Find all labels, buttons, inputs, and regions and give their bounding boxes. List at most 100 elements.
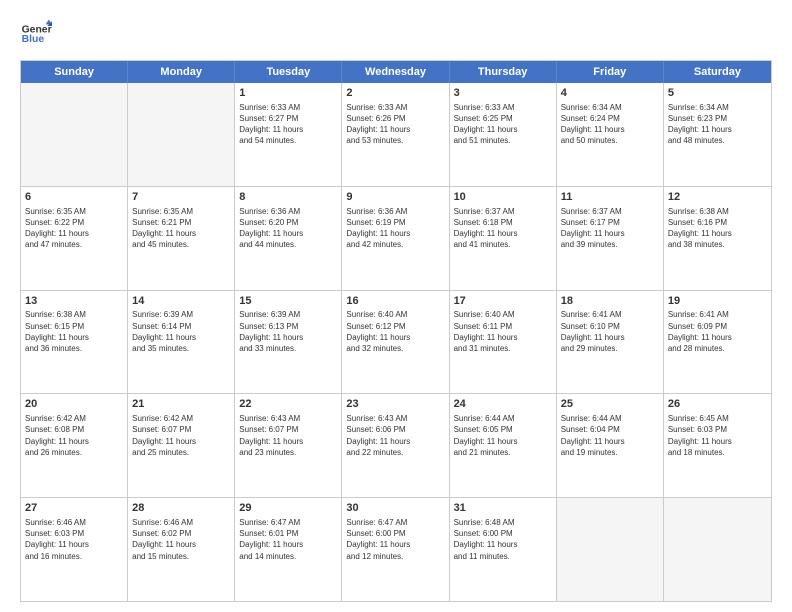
weekday-header-saturday: Saturday	[664, 61, 771, 83]
day-number: 6	[25, 190, 123, 205]
weekday-header-monday: Monday	[128, 61, 235, 83]
cell-sun-info: Sunrise: 6:36 AMSunset: 6:20 PMDaylight:…	[239, 206, 337, 251]
cell-sun-info: Sunrise: 6:37 AMSunset: 6:18 PMDaylight:…	[454, 206, 552, 251]
cell-sun-info: Sunrise: 6:33 AMSunset: 6:26 PMDaylight:…	[346, 102, 444, 147]
day-number: 29	[239, 501, 337, 516]
page: General Blue SundayMondayTuesdayWednesda…	[0, 0, 792, 612]
calendar-cell-day-14: 14Sunrise: 6:39 AMSunset: 6:14 PMDayligh…	[128, 291, 235, 394]
cell-sun-info: Sunrise: 6:46 AMSunset: 6:02 PMDaylight:…	[132, 517, 230, 562]
day-number: 31	[454, 501, 552, 516]
day-number: 3	[454, 86, 552, 101]
calendar-cell-day-30: 30Sunrise: 6:47 AMSunset: 6:00 PMDayligh…	[342, 498, 449, 601]
calendar-cell-empty	[128, 83, 235, 186]
calendar-cell-day-2: 2Sunrise: 6:33 AMSunset: 6:26 PMDaylight…	[342, 83, 449, 186]
calendar-cell-day-19: 19Sunrise: 6:41 AMSunset: 6:09 PMDayligh…	[664, 291, 771, 394]
weekday-header-wednesday: Wednesday	[342, 61, 449, 83]
day-number: 10	[454, 190, 552, 205]
calendar-cell-day-31: 31Sunrise: 6:48 AMSunset: 6:00 PMDayligh…	[450, 498, 557, 601]
logo: General Blue	[20, 18, 54, 50]
calendar-cell-day-17: 17Sunrise: 6:40 AMSunset: 6:11 PMDayligh…	[450, 291, 557, 394]
calendar-row-4: 27Sunrise: 6:46 AMSunset: 6:03 PMDayligh…	[21, 497, 771, 601]
day-number: 15	[239, 294, 337, 309]
day-number: 28	[132, 501, 230, 516]
cell-sun-info: Sunrise: 6:42 AMSunset: 6:08 PMDaylight:…	[25, 413, 123, 458]
day-number: 25	[561, 397, 659, 412]
cell-sun-info: Sunrise: 6:34 AMSunset: 6:24 PMDaylight:…	[561, 102, 659, 147]
calendar-cell-day-21: 21Sunrise: 6:42 AMSunset: 6:07 PMDayligh…	[128, 394, 235, 497]
calendar-cell-day-27: 27Sunrise: 6:46 AMSunset: 6:03 PMDayligh…	[21, 498, 128, 601]
cell-sun-info: Sunrise: 6:44 AMSunset: 6:04 PMDaylight:…	[561, 413, 659, 458]
calendar-cell-day-6: 6Sunrise: 6:35 AMSunset: 6:22 PMDaylight…	[21, 187, 128, 290]
cell-sun-info: Sunrise: 6:44 AMSunset: 6:05 PMDaylight:…	[454, 413, 552, 458]
cell-sun-info: Sunrise: 6:37 AMSunset: 6:17 PMDaylight:…	[561, 206, 659, 251]
day-number: 16	[346, 294, 444, 309]
cell-sun-info: Sunrise: 6:47 AMSunset: 6:01 PMDaylight:…	[239, 517, 337, 562]
cell-sun-info: Sunrise: 6:35 AMSunset: 6:21 PMDaylight:…	[132, 206, 230, 251]
calendar-cell-day-16: 16Sunrise: 6:40 AMSunset: 6:12 PMDayligh…	[342, 291, 449, 394]
calendar-header: SundayMondayTuesdayWednesdayThursdayFrid…	[21, 61, 771, 83]
cell-sun-info: Sunrise: 6:47 AMSunset: 6:00 PMDaylight:…	[346, 517, 444, 562]
cell-sun-info: Sunrise: 6:48 AMSunset: 6:00 PMDaylight:…	[454, 517, 552, 562]
cell-sun-info: Sunrise: 6:40 AMSunset: 6:11 PMDaylight:…	[454, 309, 552, 354]
calendar-cell-empty	[21, 83, 128, 186]
day-number: 21	[132, 397, 230, 412]
calendar-cell-day-20: 20Sunrise: 6:42 AMSunset: 6:08 PMDayligh…	[21, 394, 128, 497]
calendar-cell-day-28: 28Sunrise: 6:46 AMSunset: 6:02 PMDayligh…	[128, 498, 235, 601]
weekday-header-tuesday: Tuesday	[235, 61, 342, 83]
day-number: 2	[346, 86, 444, 101]
cell-sun-info: Sunrise: 6:45 AMSunset: 6:03 PMDaylight:…	[668, 413, 767, 458]
calendar-cell-day-1: 1Sunrise: 6:33 AMSunset: 6:27 PMDaylight…	[235, 83, 342, 186]
day-number: 18	[561, 294, 659, 309]
cell-sun-info: Sunrise: 6:39 AMSunset: 6:13 PMDaylight:…	[239, 309, 337, 354]
calendar-row-0: 1Sunrise: 6:33 AMSunset: 6:27 PMDaylight…	[21, 83, 771, 186]
calendar-cell-day-12: 12Sunrise: 6:38 AMSunset: 6:16 PMDayligh…	[664, 187, 771, 290]
day-number: 17	[454, 294, 552, 309]
day-number: 19	[668, 294, 767, 309]
day-number: 12	[668, 190, 767, 205]
calendar-cell-day-22: 22Sunrise: 6:43 AMSunset: 6:07 PMDayligh…	[235, 394, 342, 497]
weekday-header-friday: Friday	[557, 61, 664, 83]
cell-sun-info: Sunrise: 6:43 AMSunset: 6:06 PMDaylight:…	[346, 413, 444, 458]
day-number: 11	[561, 190, 659, 205]
cell-sun-info: Sunrise: 6:33 AMSunset: 6:27 PMDaylight:…	[239, 102, 337, 147]
cell-sun-info: Sunrise: 6:41 AMSunset: 6:09 PMDaylight:…	[668, 309, 767, 354]
calendar-cell-day-23: 23Sunrise: 6:43 AMSunset: 6:06 PMDayligh…	[342, 394, 449, 497]
calendar-cell-day-10: 10Sunrise: 6:37 AMSunset: 6:18 PMDayligh…	[450, 187, 557, 290]
calendar-row-1: 6Sunrise: 6:35 AMSunset: 6:22 PMDaylight…	[21, 186, 771, 290]
cell-sun-info: Sunrise: 6:42 AMSunset: 6:07 PMDaylight:…	[132, 413, 230, 458]
svg-text:Blue: Blue	[22, 34, 45, 45]
calendar-cell-day-8: 8Sunrise: 6:36 AMSunset: 6:20 PMDaylight…	[235, 187, 342, 290]
day-number: 8	[239, 190, 337, 205]
day-number: 1	[239, 86, 337, 101]
calendar-cell-day-29: 29Sunrise: 6:47 AMSunset: 6:01 PMDayligh…	[235, 498, 342, 601]
cell-sun-info: Sunrise: 6:41 AMSunset: 6:10 PMDaylight:…	[561, 309, 659, 354]
calendar-body: 1Sunrise: 6:33 AMSunset: 6:27 PMDaylight…	[21, 83, 771, 601]
cell-sun-info: Sunrise: 6:38 AMSunset: 6:16 PMDaylight:…	[668, 206, 767, 251]
calendar-cell-day-7: 7Sunrise: 6:35 AMSunset: 6:21 PMDaylight…	[128, 187, 235, 290]
calendar-cell-day-4: 4Sunrise: 6:34 AMSunset: 6:24 PMDaylight…	[557, 83, 664, 186]
day-number: 22	[239, 397, 337, 412]
cell-sun-info: Sunrise: 6:33 AMSunset: 6:25 PMDaylight:…	[454, 102, 552, 147]
day-number: 30	[346, 501, 444, 516]
cell-sun-info: Sunrise: 6:46 AMSunset: 6:03 PMDaylight:…	[25, 517, 123, 562]
day-number: 5	[668, 86, 767, 101]
day-number: 7	[132, 190, 230, 205]
calendar-cell-day-11: 11Sunrise: 6:37 AMSunset: 6:17 PMDayligh…	[557, 187, 664, 290]
calendar-cell-day-18: 18Sunrise: 6:41 AMSunset: 6:10 PMDayligh…	[557, 291, 664, 394]
calendar-cell-day-24: 24Sunrise: 6:44 AMSunset: 6:05 PMDayligh…	[450, 394, 557, 497]
generalblue-logo-icon: General Blue	[20, 18, 52, 50]
header: General Blue	[20, 18, 772, 50]
cell-sun-info: Sunrise: 6:38 AMSunset: 6:15 PMDaylight:…	[25, 309, 123, 354]
day-number: 26	[668, 397, 767, 412]
cell-sun-info: Sunrise: 6:35 AMSunset: 6:22 PMDaylight:…	[25, 206, 123, 251]
calendar-cell-day-15: 15Sunrise: 6:39 AMSunset: 6:13 PMDayligh…	[235, 291, 342, 394]
weekday-header-sunday: Sunday	[21, 61, 128, 83]
calendar-cell-empty	[557, 498, 664, 601]
calendar-cell-day-5: 5Sunrise: 6:34 AMSunset: 6:23 PMDaylight…	[664, 83, 771, 186]
day-number: 14	[132, 294, 230, 309]
calendar-cell-day-3: 3Sunrise: 6:33 AMSunset: 6:25 PMDaylight…	[450, 83, 557, 186]
calendar-cell-day-25: 25Sunrise: 6:44 AMSunset: 6:04 PMDayligh…	[557, 394, 664, 497]
day-number: 20	[25, 397, 123, 412]
calendar-cell-day-9: 9Sunrise: 6:36 AMSunset: 6:19 PMDaylight…	[342, 187, 449, 290]
weekday-header-thursday: Thursday	[450, 61, 557, 83]
